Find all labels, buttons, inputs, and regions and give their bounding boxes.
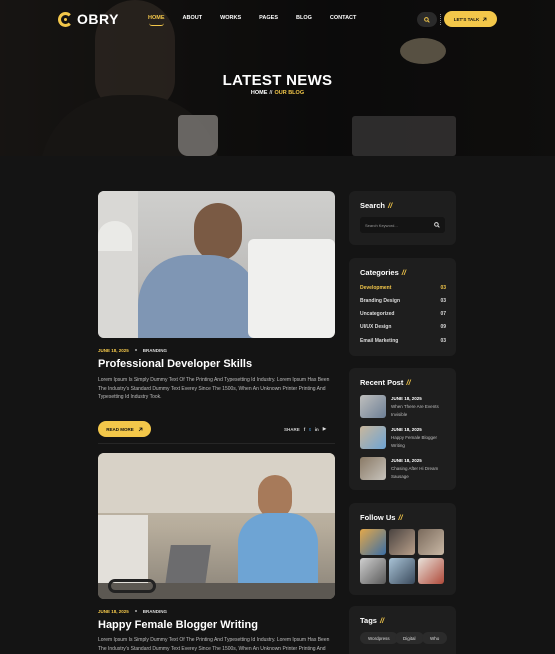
post-category[interactable]: BRANDING	[143, 609, 167, 614]
widget-title: Categories//	[360, 268, 406, 277]
lets-talk-label: LET'S TALK	[453, 16, 480, 22]
person-head	[194, 203, 242, 261]
post-excerpt: Lorem Ipsum Is Simply Dummy Text Of The …	[98, 637, 330, 652]
nav-about[interactable]: ABOUT	[183, 15, 203, 21]
follow-photo[interactable]	[418, 558, 444, 584]
share-bar: SHARE f t in ▶	[284, 426, 326, 432]
arrow-up-right-icon	[138, 427, 143, 431]
recent-post-date: JUNE 18, 2025	[391, 458, 422, 463]
read-more-button[interactable]: READ MORE	[98, 421, 151, 437]
post-image[interactable]	[98, 191, 335, 338]
post-meta: JUNE 18, 2025 BRANDING	[98, 348, 167, 353]
recent-post-thumb[interactable]	[360, 457, 386, 480]
person-shirt	[138, 255, 260, 338]
breadcrumb: HOME//OUR BLOG	[0, 90, 555, 96]
post-title[interactable]: Happy Female Blogger Writing	[98, 619, 258, 631]
follow-photo[interactable]	[389, 558, 415, 584]
headphones-shape	[108, 579, 156, 593]
post-excerpt: Lorem Ipsum Is Simply Dummy Text Of The …	[98, 377, 330, 400]
recent-post-thumb[interactable]	[360, 426, 386, 449]
follow-photo[interactable]	[360, 558, 386, 584]
widget-title: Follow Us//	[360, 513, 403, 522]
search-placeholder: Search Keyword...	[365, 222, 398, 228]
recent-post-thumb[interactable]	[360, 395, 386, 418]
wall-panel	[98, 191, 138, 338]
lets-talk-button[interactable]: LET'S TALK	[444, 11, 497, 27]
post-image[interactable]	[98, 453, 335, 599]
post-date: JUNE 18, 2025	[98, 348, 129, 353]
category-item[interactable]: Branding Design 03	[360, 298, 446, 304]
recent-post-date: JUNE 18, 2025	[391, 427, 422, 432]
nav-home[interactable]: HOME	[148, 15, 165, 26]
search-icon	[424, 16, 430, 23]
tag-item[interactable]: Wordpress	[360, 632, 398, 644]
breadcrumb-current: OUR BLOG	[274, 90, 305, 96]
person-shirt	[238, 513, 318, 583]
follow-photo[interactable]	[360, 529, 386, 555]
search-icon[interactable]	[434, 222, 440, 228]
page-title: LATEST NEWS	[222, 72, 333, 89]
follow-photo[interactable]	[418, 529, 444, 555]
read-more-label: READ MORE	[106, 426, 134, 432]
recent-post-title[interactable]: Happy Female Blogger Writing	[391, 434, 451, 449]
category-item[interactable]: Email Marketing 03	[360, 338, 446, 344]
category-item[interactable]: UI/UX Design 09	[360, 324, 446, 330]
post-title[interactable]: Professional Developer Skills	[98, 358, 252, 370]
breadcrumb-home[interactable]: HOME	[251, 90, 268, 96]
header-divider	[440, 14, 441, 25]
widget-title: Search//	[360, 201, 393, 210]
post-divider	[98, 443, 335, 444]
post-meta: JUNE 18, 2025 BRANDING	[98, 609, 167, 614]
widget-title: Tags//	[360, 616, 385, 625]
facebook-icon[interactable]: f	[304, 427, 306, 432]
header-search-button[interactable]	[417, 12, 437, 27]
laptop-shape	[165, 545, 211, 585]
search-input[interactable]: Search Keyword...	[360, 217, 445, 233]
nav-blog[interactable]: BLOG	[296, 15, 312, 21]
logo-text: OBRY	[77, 11, 119, 27]
youtube-icon[interactable]: ▶	[323, 426, 326, 432]
brick-wall	[98, 453, 335, 513]
hero-banner: OBRY HOME ABOUT WORKS PAGES BLOG CONTACT…	[0, 0, 555, 156]
tag-item[interactable]: Who	[422, 632, 448, 644]
twitter-icon[interactable]: t	[309, 427, 311, 432]
widget-title: Recent Post//	[360, 378, 411, 387]
category-item[interactable]: Development 03	[360, 285, 446, 291]
follow-photo[interactable]	[389, 529, 415, 555]
monitor-shape	[248, 239, 335, 338]
nav-works[interactable]: WORKS	[220, 15, 241, 21]
tags-widget: Tags//	[349, 606, 456, 654]
desk-lamp	[98, 221, 132, 251]
nav-contact[interactable]: CONTACT	[330, 15, 356, 21]
main-nav: HOME ABOUT WORKS PAGES BLOG CONTACT	[148, 15, 356, 26]
linkedin-icon[interactable]: in	[315, 427, 319, 432]
category-item[interactable]: Uncategorized 07	[360, 311, 446, 317]
recent-post-title[interactable]: When There Are Events Invisible	[391, 403, 451, 418]
whiteboard	[98, 515, 148, 585]
share-label: SHARE	[284, 426, 300, 432]
recent-post-title[interactable]: Chasing After Hi Dream Sausage	[391, 465, 451, 480]
recent-post-date: JUNE 18, 2025	[391, 396, 422, 401]
logo-icon	[58, 11, 73, 27]
logo[interactable]: OBRY	[58, 11, 119, 27]
arrow-up-right-icon	[482, 17, 487, 21]
tag-item[interactable]: Digital	[395, 632, 424, 644]
breadcrumb-separator: //	[269, 90, 273, 96]
post-category[interactable]: BRANDING	[143, 348, 167, 353]
post-date: JUNE 18, 2025	[98, 609, 129, 614]
nav-pages[interactable]: PAGES	[259, 15, 278, 21]
